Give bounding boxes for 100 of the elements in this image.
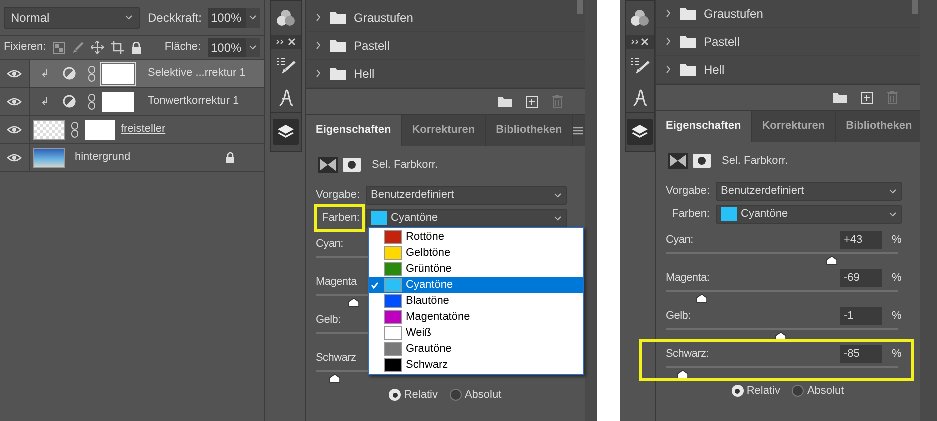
radio-button[interactable] [389, 389, 402, 402]
mask-thumbnail [102, 64, 134, 84]
folder-row[interactable]: Hell [306, 60, 585, 88]
preset-dropdown[interactable]: Benutzerdefiniert [716, 182, 902, 200]
panel-tab[interactable]: Eigenschaften [306, 115, 402, 146]
scrollbar-thumb[interactable] [577, 0, 583, 14]
radio-option[interactable]: Relativ [732, 383, 780, 400]
double-chevron-icon[interactable] [276, 39, 284, 45]
colors-dropdown[interactable]: Cyantöne [366, 208, 567, 228]
adjustment-type-icon[interactable] [668, 153, 688, 169]
character-icon[interactable] [632, 88, 648, 106]
folder-row[interactable]: Pastell [306, 32, 585, 60]
chevron-right-icon [666, 37, 672, 46]
slider-label: Cyan: [666, 232, 694, 248]
menu-item[interactable]: Rottöne [369, 229, 583, 245]
layers-button[interactable] [273, 119, 299, 145]
menu-item[interactable]: Magentatöne [369, 309, 583, 325]
folder-icon[interactable] [833, 92, 847, 103]
preset-dropdown[interactable]: Benutzerdefiniert [366, 186, 567, 204]
layer-name: hintergrund [75, 150, 131, 166]
value-field[interactable]: -85 [840, 345, 882, 363]
opacity-dropdown-button[interactable] [246, 8, 260, 28]
folder-icon [330, 11, 346, 24]
folder-icon[interactable] [498, 96, 512, 107]
clip-arrow-icon [42, 69, 49, 78]
color-circles-icon[interactable] [631, 10, 649, 26]
scrollbar-track[interactable] [585, 0, 597, 421]
brush-icon[interactable] [72, 42, 84, 54]
slider-label: Schwarz [316, 350, 356, 366]
eye-icon[interactable] [7, 68, 22, 78]
adjustment-name: Sel. Farbkorr. [372, 158, 438, 173]
color-circles-icon[interactable] [277, 10, 295, 26]
brush-list-icon[interactable] [630, 57, 650, 75]
layer-row[interactable]: Selektive ...rrektur 1 [30, 60, 264, 87]
layers-icon [278, 125, 294, 139]
menu-item[interactable]: Gelbtöne [369, 245, 583, 261]
checkerboard-icon[interactable] [53, 42, 66, 54]
mask-icon[interactable] [343, 158, 361, 172]
eye-icon[interactable] [7, 124, 22, 134]
folder-row[interactable]: Hell [656, 56, 920, 84]
value-field[interactable]: -1 [840, 307, 882, 325]
fill-dropdown-button[interactable] [246, 38, 260, 57]
colors-dropdown[interactable]: Cyantöne [716, 204, 902, 224]
menu-item[interactable]: Schwarz [369, 357, 583, 373]
slider-thumb[interactable] [329, 374, 340, 383]
slider-thumb[interactable] [678, 370, 689, 379]
slider-thumb[interactable] [826, 256, 838, 265]
radio-button[interactable] [792, 385, 804, 398]
layers-button[interactable] [627, 119, 653, 145]
radio-option[interactable]: Relativ [389, 387, 438, 404]
eye-icon[interactable] [7, 152, 22, 162]
panel-tab[interactable]: Eigenschaften [656, 111, 752, 142]
folder-row[interactable]: Pastell [656, 28, 920, 56]
slider-label: Magenta: [666, 270, 710, 286]
slider-label: Schwarz: [666, 346, 710, 362]
layer-row[interactable]: Tonwertkorrektur 1 [30, 88, 264, 115]
layer-row[interactable]: hintergrund [30, 144, 264, 171]
menu-item[interactable]: Cyantöne [369, 277, 583, 293]
panel-tab[interactable]: Bibliotheken [486, 115, 574, 146]
lock-label: Fixieren: [4, 40, 46, 56]
opacity-field[interactable]: 100% [208, 8, 246, 28]
value-field[interactable]: +43 [840, 231, 882, 249]
adjustment-type-icon[interactable] [318, 157, 338, 173]
menu-item[interactable]: Blautöne [369, 293, 583, 309]
lock-icon[interactable] [131, 42, 142, 54]
radio-option[interactable]: Absolut [792, 383, 844, 400]
unit-label: % [892, 308, 903, 324]
chevron-right-icon [666, 65, 672, 74]
mask-icon[interactable] [693, 154, 711, 168]
scrollbar-track[interactable] [920, 0, 937, 421]
radio-option[interactable]: Absolut [450, 387, 502, 404]
fill-label: Fläche: [164, 40, 201, 56]
plus-square-icon[interactable] [861, 92, 873, 104]
blend-mode-dropdown[interactable]: Normal [4, 6, 140, 28]
panel-tab[interactable]: Korrekturen [402, 115, 486, 146]
plus-square-icon[interactable] [526, 96, 538, 108]
scrollbar-thumb[interactable] [912, 0, 918, 14]
close-icon[interactable] [641, 38, 649, 46]
character-icon[interactable] [278, 88, 294, 106]
layer-name: freisteller [121, 122, 166, 138]
slider-thumb[interactable] [696, 294, 708, 303]
radio-button[interactable] [450, 389, 462, 402]
colors-label: Farben: [671, 206, 710, 222]
slider-thumb[interactable] [348, 298, 360, 307]
check-icon [371, 282, 379, 288]
radio-button[interactable] [732, 385, 744, 398]
eye-icon[interactable] [7, 96, 22, 106]
panel-tab[interactable]: Korrekturen [752, 111, 836, 142]
double-chevron-icon[interactable] [631, 39, 639, 45]
menu-icon[interactable] [573, 126, 584, 134]
crop-icon[interactable] [111, 41, 124, 54]
menu-item[interactable]: Grüntöne [369, 261, 583, 277]
move-icon[interactable] [91, 41, 104, 54]
value-field[interactable]: -69 [840, 269, 882, 287]
brush-list-icon[interactable] [276, 57, 296, 75]
fill-field[interactable]: 100% [208, 38, 246, 57]
menu-item[interactable]: Weiß [369, 325, 583, 341]
close-icon[interactable] [288, 38, 296, 46]
layer-row[interactable]: freisteller [30, 116, 264, 143]
menu-item[interactable]: Grautöne [369, 341, 583, 357]
